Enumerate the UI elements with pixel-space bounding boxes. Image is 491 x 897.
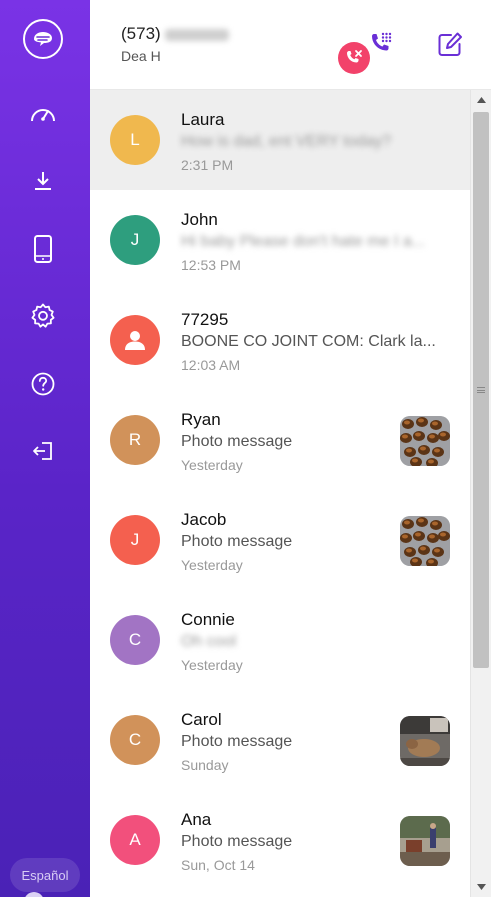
textnow-logo-icon[interactable] — [23, 19, 63, 59]
scrollbar-thumb[interactable] — [473, 112, 489, 668]
phone-number-redacted — [164, 28, 229, 41]
avatar: J — [110, 515, 160, 565]
dialpad-call-icon[interactable] — [367, 30, 397, 60]
language-toggle-button[interactable]: Español — [10, 858, 80, 892]
avatar: R — [110, 415, 160, 465]
conversation-item[interactable]: J John Hi baby Please don't hate me I a...… — [90, 190, 470, 290]
help-icon[interactable] — [25, 366, 61, 402]
header: (573) Dea H — [90, 0, 491, 90]
speedometer-icon[interactable] — [25, 96, 61, 132]
contact-name: Connie — [181, 610, 235, 629]
scroll-down-arrow-icon[interactable] — [471, 877, 491, 897]
owner-name: Dea H — [121, 48, 161, 64]
phone-number-prefix: (573) — [121, 24, 161, 43]
settings-icon[interactable] — [25, 298, 61, 334]
phone-number: (573) — [121, 24, 229, 44]
contact-name: Carol — [181, 710, 222, 729]
conversation-item[interactable]: 77295 BOONE CO JOINT COM: Clark la... 12:0… — [90, 290, 470, 390]
compose-icon[interactable] — [435, 30, 465, 60]
message-preview: Hi baby Please don't hate me I a... — [181, 233, 426, 250]
contact-name: Ryan — [181, 410, 221, 429]
message-timestamp: 12:03 AM — [181, 357, 241, 373]
contact-name: Laura — [181, 110, 225, 129]
phone-device-icon[interactable] — [25, 231, 61, 267]
conversation-item[interactable]: L Laura How is dad, ent VERY today? 2:31 PM — [90, 90, 470, 190]
avatar: J — [110, 215, 160, 265]
avatar: C — [110, 715, 160, 765]
contact-name: Ana — [181, 810, 212, 829]
message-timestamp: 2:31 PM — [181, 157, 234, 173]
conversation-item[interactable]: C Connie Oh cool Yesterday — [90, 590, 470, 690]
contact-name: 77295 — [181, 310, 229, 329]
conversation-item[interactable]: R Ryan Photo message Yesterday — [90, 390, 470, 490]
message-timestamp: Yesterday — [181, 557, 243, 573]
avatar: A — [110, 815, 160, 865]
app-window: Español (573) Dea H L Laura How is dad, en… — [0, 0, 491, 897]
conversation-item[interactable]: C Carol Photo message Sunday — [90, 690, 470, 790]
avatar: C — [110, 615, 160, 665]
message-timestamp: Sunday — [181, 757, 229, 773]
logout-icon[interactable] — [25, 433, 61, 469]
message-timestamp: Yesterday — [181, 657, 243, 673]
contact-name: John — [181, 210, 218, 229]
conversation-item[interactable]: A Ana Photo message Sun, Oct 14 — [90, 790, 470, 890]
photo-thumbnail[interactable] — [400, 716, 450, 766]
photo-thumbnail[interactable] — [400, 816, 450, 866]
missed-call-icon[interactable] — [338, 42, 370, 74]
photo-thumbnail[interactable] — [400, 516, 450, 566]
scroll-up-arrow-icon[interactable] — [471, 90, 491, 110]
message-preview: BOONE CO JOINT COM: Clark la... — [181, 333, 436, 350]
conversation-list: L Laura How is dad, ent VERY today? 2:31 PM… — [90, 90, 470, 897]
avatar[interactable] — [24, 892, 44, 897]
scrollbar[interactable] — [470, 90, 491, 897]
person-icon — [110, 315, 160, 365]
message-timestamp: 12:53 PM — [181, 257, 241, 273]
download-icon[interactable] — [25, 163, 61, 199]
photo-thumbnail[interactable] — [400, 416, 450, 466]
message-timestamp: Yesterday — [181, 457, 243, 473]
avatar: L — [110, 115, 160, 165]
message-timestamp: Sun, Oct 14 — [181, 857, 255, 873]
conversation-item[interactable]: J Jacob Photo message Yesterday — [90, 490, 470, 590]
contact-name: Jacob — [181, 510, 227, 529]
message-preview: Oh cool — [181, 633, 237, 650]
message-preview: How is dad, ent VERY today? — [181, 133, 392, 150]
sidebar: Español — [0, 0, 90, 897]
